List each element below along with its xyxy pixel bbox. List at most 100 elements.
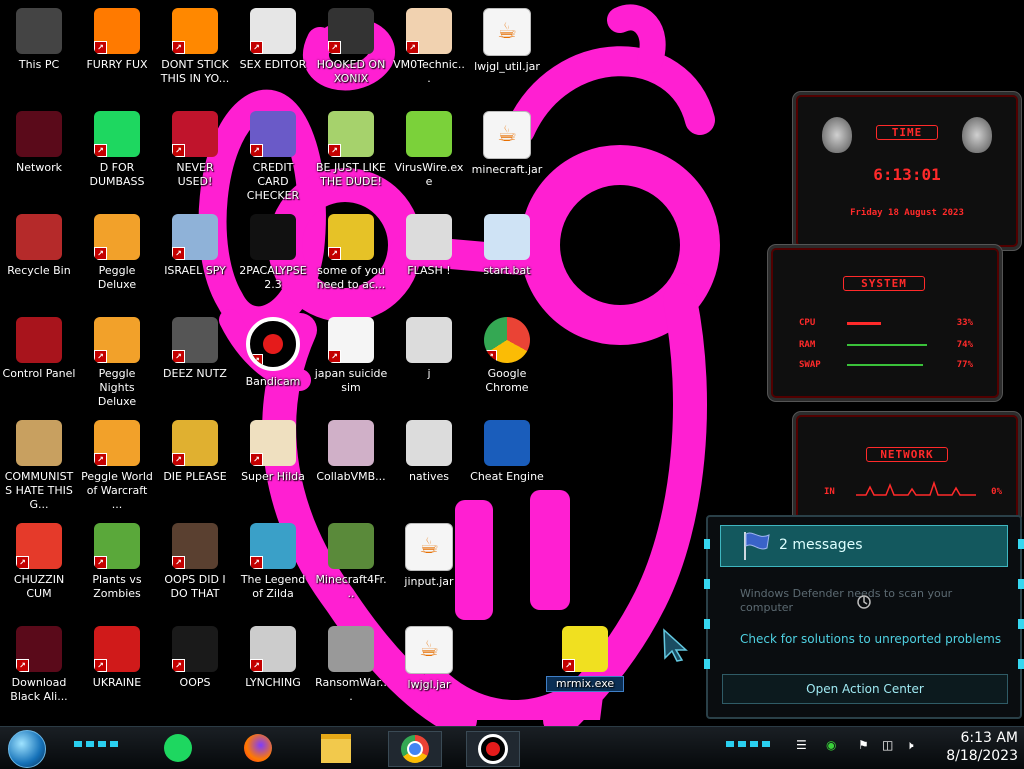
chrome-icon: ↗ bbox=[484, 317, 530, 363]
shortcut-arrow-icon: ↗ bbox=[172, 453, 185, 466]
desktop-icon[interactable]: ↗ japan suicide sim bbox=[312, 311, 390, 409]
desktop-icon[interactable]: 2PACALYPSE 2.3 bbox=[234, 208, 312, 306]
desktop-icon[interactable]: This PC bbox=[0, 2, 78, 100]
desktop-icon-label: Plants vs Zombies bbox=[92, 573, 142, 600]
action-center-header[interactable]: 2 messages bbox=[720, 525, 1008, 567]
desktop-icon[interactable]: ↗ Plants vs Zombies bbox=[78, 517, 156, 615]
open-action-center-button[interactable]: Open Action Center bbox=[722, 674, 1008, 704]
desktop-icon[interactable]: CollabVMB... bbox=[312, 414, 390, 512]
ram-label: RAM bbox=[799, 340, 816, 350]
desktop-icon[interactable]: ☕ lwjgl.jar bbox=[390, 620, 468, 718]
desktop-icon[interactable]: ↗ BE JUST LIKE THE DUDE! bbox=[312, 105, 390, 203]
desktop-icon[interactable]: ↗ some of you need to ac... bbox=[312, 208, 390, 306]
desktop-icon[interactable]: ↗ CREDIT CARD CHECKER bbox=[234, 105, 312, 203]
desktop-icon-label: BE JUST LIKE THE DUDE! bbox=[315, 161, 387, 188]
taskbar-file-explorer[interactable] bbox=[310, 731, 362, 765]
desktop-icon[interactable]: natives bbox=[390, 414, 468, 512]
desktop-icon[interactable]: ↗ mrmix.exe bbox=[546, 620, 624, 718]
desktop-icon-label: Cheat Engine bbox=[470, 470, 544, 483]
desktop-icon-label: minecraft.jar bbox=[471, 163, 543, 176]
show-hidden-icons-icon[interactable]: ☰ bbox=[796, 738, 807, 752]
desktop-icon[interactable]: Cheat Engine bbox=[468, 414, 546, 512]
taskbar-chrome[interactable] bbox=[388, 731, 442, 767]
desktop-icon[interactable]: ↗ CHUZZIN CUM bbox=[0, 517, 78, 615]
action-center-header-text: 2 messages bbox=[779, 537, 863, 553]
action-center-popup[interactable]: 2 messages Windows Defender needs to sca… bbox=[704, 515, 1024, 719]
desktop-icon-label: lwjgl_util.jar bbox=[474, 60, 540, 73]
plants-icon: ↗ bbox=[94, 523, 140, 569]
desktop-icon[interactable]: Minecraft4Fr... bbox=[312, 517, 390, 615]
taskbar-firefox[interactable] bbox=[232, 731, 284, 765]
desktop-icon[interactable]: ↗ VM0Technic... bbox=[390, 2, 468, 100]
desktop-icon[interactable]: ↗ The Legend of Zilda bbox=[234, 517, 312, 615]
chuzzle-icon: ↗ bbox=[16, 523, 62, 569]
desktop-icon-label: DEEZ NUTZ bbox=[163, 367, 227, 380]
action-center-edge-lights bbox=[704, 539, 710, 699]
desktop-icon[interactable]: ↗ Bandicam bbox=[234, 311, 312, 409]
desktop-icon[interactable]: ↗ Download Black Ali... bbox=[0, 620, 78, 718]
desktop-icon[interactable]: ↗ D FOR DUMBASS bbox=[78, 105, 156, 203]
desktop-icon[interactable]: ↗ FURRY FUX bbox=[78, 2, 156, 100]
system-gadget[interactable]: SYSTEM CPU 33% RAM 74% SWAP 77% bbox=[768, 245, 1002, 401]
desktop-icon-label: FURRY FUX bbox=[86, 58, 148, 71]
swap-bar bbox=[847, 364, 923, 366]
lime-icon bbox=[406, 111, 452, 157]
time-gadget[interactable]: TIME 6:13:01 Friday 18 August 2023 bbox=[793, 92, 1021, 250]
taskbar-spotify[interactable] bbox=[152, 731, 204, 765]
shortcut-arrow-icon: ↗ bbox=[484, 350, 497, 363]
desktop-icon[interactable]: ↗ HOOKED ON XONIX bbox=[312, 2, 390, 100]
shortcut-arrow-icon: ↗ bbox=[94, 144, 107, 157]
portrait-icon: ↗ bbox=[172, 523, 218, 569]
desktop-icon[interactable]: Recycle Bin bbox=[0, 208, 78, 306]
desktop-icon-label: Peggle Nights Deluxe bbox=[97, 367, 137, 408]
start-button[interactable] bbox=[8, 730, 46, 768]
desktop-icon[interactable]: ↗ ISRAEL SPY bbox=[156, 208, 234, 306]
desktop-icon[interactable]: FLASH ! bbox=[390, 208, 468, 306]
desktop-icon[interactable]: ↗ OOPS DID I DO THAT bbox=[156, 517, 234, 615]
desktop-icon[interactable]: ☕ minecraft.jar bbox=[468, 105, 546, 203]
desktop-icon[interactable]: ☕ jinput.jar bbox=[390, 517, 468, 615]
desktop-icon[interactable]: ↗ UKRAINE bbox=[78, 620, 156, 718]
desktop-icon[interactable]: ↗ DIE PLEASE bbox=[156, 414, 234, 512]
desktop-icon[interactable]: start.bat bbox=[468, 208, 546, 306]
swap-label: SWAP bbox=[799, 360, 821, 370]
taskbar: ☰ ◉ ⚑ ◫ 🕨 6:13 AM 8/18/2023 bbox=[0, 726, 1024, 769]
desktop-icon[interactable]: ↗ Peggle World of Warcraft ... bbox=[78, 414, 156, 512]
volume-icon[interactable]: 🕨 bbox=[906, 738, 914, 753]
shortcut-arrow-icon: ↗ bbox=[94, 350, 107, 363]
shortcut-arrow-icon: ↗ bbox=[172, 247, 185, 260]
control-panel-icon bbox=[16, 317, 62, 363]
desktop-icon[interactable]: ↗ DEEZ NUTZ bbox=[156, 311, 234, 409]
java-icon: ☕ bbox=[483, 8, 531, 56]
desktop-icon[interactable]: Network bbox=[0, 105, 78, 203]
credit-card-icon: ↗ bbox=[250, 111, 296, 157]
desktop-icon[interactable]: ↗ NEVER USED! bbox=[156, 105, 234, 203]
tray-green-circle-icon[interactable]: ◉ bbox=[826, 738, 836, 752]
flag-tray-icon[interactable]: ⚑ bbox=[858, 738, 869, 752]
taskbar-clock[interactable]: 6:13 AM 8/18/2023 bbox=[946, 729, 1018, 765]
desktop-icon[interactable]: ↗ Super Hilda bbox=[234, 414, 312, 512]
desktop-icon[interactable]: j bbox=[390, 311, 468, 409]
desktop-icon[interactable]: Control Panel bbox=[0, 311, 78, 409]
alienware-network-icon bbox=[16, 111, 62, 157]
network-tray-icon[interactable]: ◫ bbox=[882, 738, 893, 752]
desktop-icon-label: natives bbox=[408, 470, 450, 483]
desktop-icon[interactable]: ↗ LYNCHING bbox=[234, 620, 312, 718]
solutions-link[interactable]: Check for solutions to unreported proble… bbox=[740, 632, 1001, 646]
desktop-icon[interactable]: ↗ Google Chrome bbox=[468, 311, 546, 409]
desktop-icon-label: SEX EDITOR bbox=[239, 58, 307, 71]
desktop-icon[interactable]: RansomWar... bbox=[312, 620, 390, 718]
desktop-icon-label: Google Chrome bbox=[485, 367, 529, 394]
radiation-icon: ↗ bbox=[94, 626, 140, 672]
network-gadget[interactable]: NETWORK IN 0% bbox=[793, 412, 1021, 524]
pixel-art-icon: ↗ bbox=[250, 420, 296, 466]
desktop-icon[interactable]: ☕ lwjgl_util.jar bbox=[468, 2, 546, 100]
desktop-icon[interactable]: COMMUNISTS HATE THIS G... bbox=[0, 414, 78, 512]
taskbar-bandicam[interactable] bbox=[466, 731, 520, 767]
desktop-icon[interactable]: ↗ OOPS bbox=[156, 620, 234, 718]
desktop-icon[interactable]: VirusWire.exe bbox=[390, 105, 468, 203]
desktop-icon[interactable]: ↗ Peggle Deluxe bbox=[78, 208, 156, 306]
desktop-icon[interactable]: ↗ SEX EDITOR bbox=[234, 2, 312, 100]
desktop-icon[interactable]: ↗ DONT STICK THIS IN YO... bbox=[156, 2, 234, 100]
desktop-icon[interactable]: ↗ Peggle Nights Deluxe bbox=[78, 311, 156, 409]
